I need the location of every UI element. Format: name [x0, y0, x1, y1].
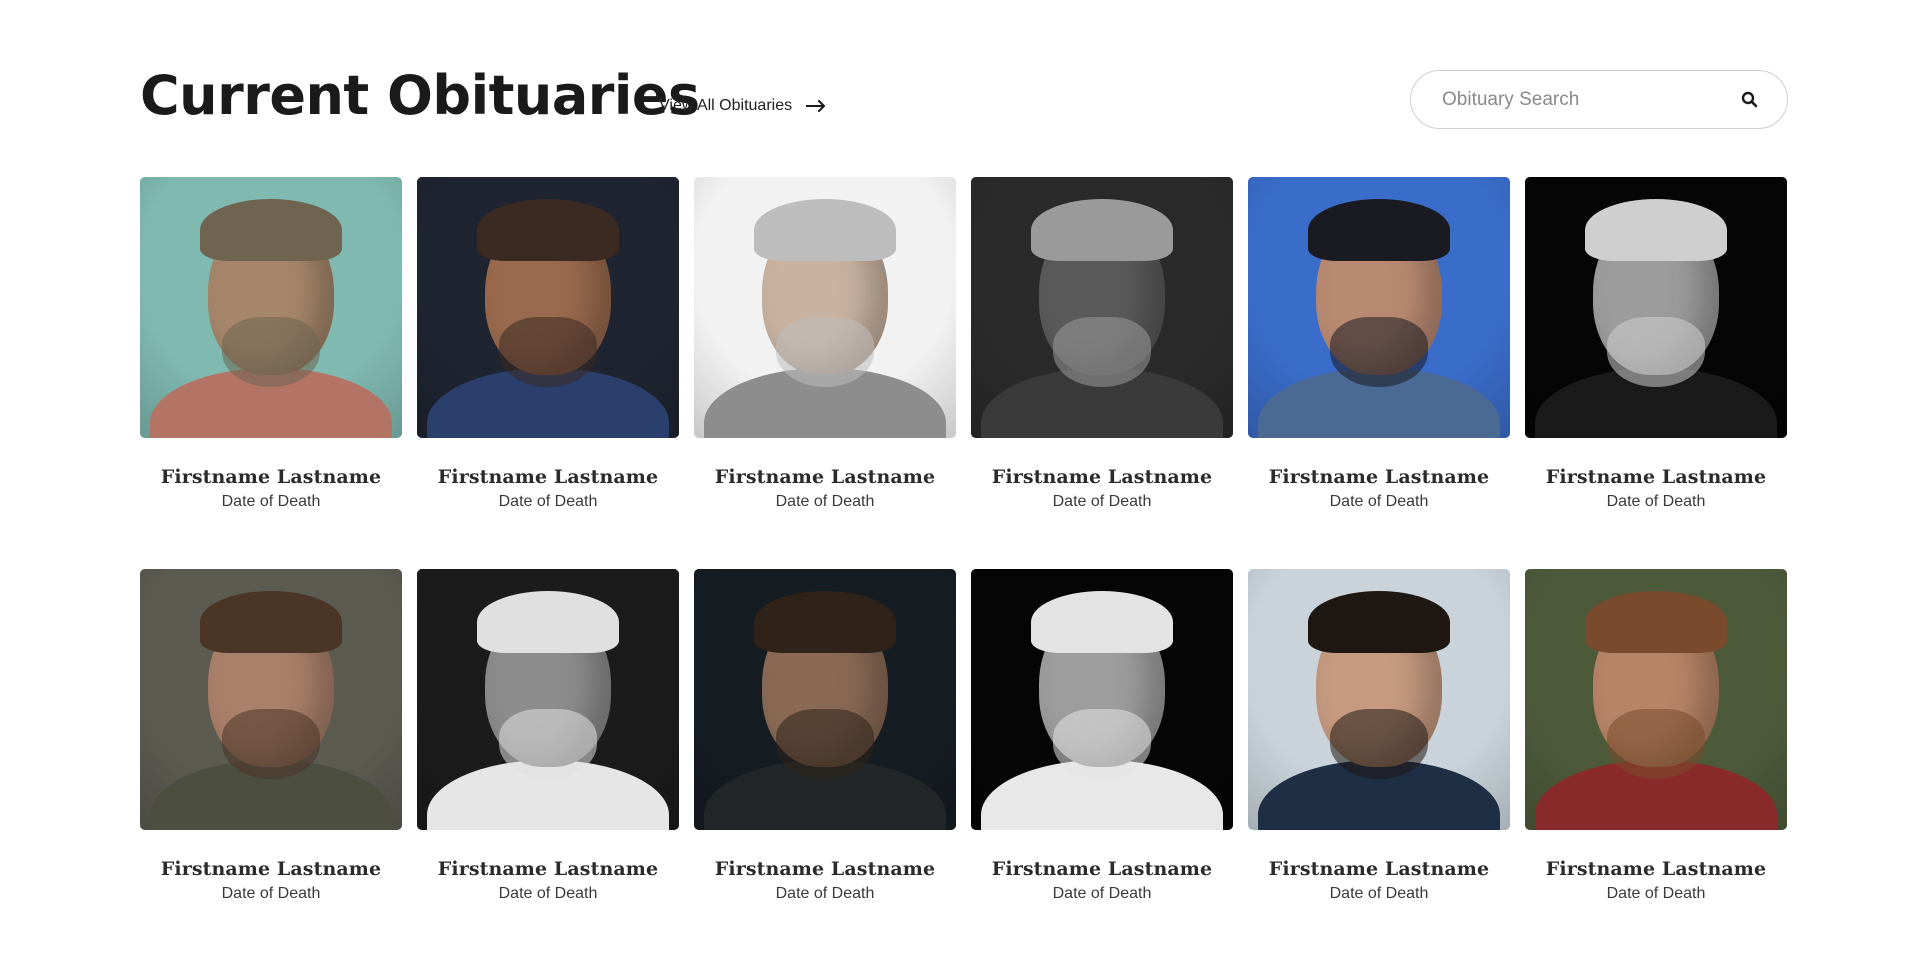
portrait-beard: [499, 709, 597, 779]
portrait-beard: [1607, 709, 1705, 779]
obituary-card[interactable]: Firstname Lastname Date of Death: [417, 569, 679, 961]
obituary-photo[interactable]: [694, 177, 956, 438]
obituary-photo[interactable]: [971, 569, 1233, 830]
search-icon: [1741, 91, 1757, 108]
portrait-image: [694, 569, 956, 830]
obituary-search: [1410, 70, 1788, 129]
obituary-card[interactable]: Firstname Lastname Date of Death: [140, 177, 402, 569]
obituary-card[interactable]: Firstname Lastname Date of Death: [1525, 569, 1787, 961]
portrait-beard: [1053, 317, 1151, 387]
obituary-card[interactable]: Firstname Lastname Date of Death: [1248, 177, 1510, 569]
portrait-beard: [499, 317, 597, 387]
portrait-image: [971, 177, 1233, 438]
portrait-image: [417, 177, 679, 438]
page-header: Current Obituaries View All Obituaries: [140, 60, 1788, 140]
search-input[interactable]: [1442, 88, 1739, 111]
portrait-beard: [776, 317, 874, 387]
view-all-label: View All Obituaries: [659, 97, 793, 114]
date-of-death: Date of Death: [221, 885, 321, 902]
obituary-photo[interactable]: [140, 177, 402, 438]
portrait-image: [417, 569, 679, 830]
date-of-death: Date of Death: [1052, 885, 1152, 902]
obituary-card[interactable]: Firstname Lastname Date of Death: [1525, 177, 1787, 569]
obituary-card[interactable]: Firstname Lastname Date of Death: [971, 177, 1233, 569]
obituary-photo[interactable]: [1248, 569, 1510, 830]
obituary-photo[interactable]: [417, 177, 679, 438]
portrait-image: [1248, 569, 1510, 830]
obituary-card[interactable]: Firstname Lastname Date of Death: [1248, 569, 1510, 961]
portrait-beard: [1330, 317, 1428, 387]
obituary-photo[interactable]: [694, 569, 956, 830]
portrait-image: [1248, 177, 1510, 438]
portrait-beard: [1607, 317, 1705, 387]
portrait-beard: [222, 709, 320, 779]
portrait-beard: [776, 709, 874, 779]
obituary-card[interactable]: Firstname Lastname Date of Death: [971, 569, 1233, 961]
search-button[interactable]: [1739, 90, 1759, 110]
portrait-hair: [754, 591, 896, 653]
portrait-image: [140, 177, 402, 438]
portrait-hair: [477, 199, 619, 261]
date-of-death: Date of Death: [1052, 493, 1152, 510]
obituary-name[interactable]: Firstname Lastname: [1248, 466, 1510, 488]
obituary-name[interactable]: Firstname Lastname: [694, 466, 956, 488]
portrait-hair: [1031, 199, 1173, 261]
portrait-beard: [1053, 709, 1151, 779]
date-of-death: Date of Death: [1606, 493, 1706, 510]
portrait-beard: [222, 317, 320, 387]
view-all-obituaries-link[interactable]: View All Obituaries: [659, 97, 826, 115]
portrait-beard: [1330, 709, 1428, 779]
portrait-hair: [1031, 591, 1173, 653]
obituary-name[interactable]: Firstname Lastname: [140, 858, 402, 880]
obituary-name[interactable]: Firstname Lastname: [1248, 858, 1510, 880]
portrait-hair: [200, 199, 342, 261]
portrait-image: [140, 569, 402, 830]
obituary-card[interactable]: Firstname Lastname Date of Death: [694, 569, 956, 961]
obituary-name[interactable]: Firstname Lastname: [971, 858, 1233, 880]
portrait-hair: [200, 591, 342, 653]
date-of-death: Date of Death: [775, 493, 875, 510]
date-of-death: Date of Death: [221, 493, 321, 510]
date-of-death: Date of Death: [775, 885, 875, 902]
obituary-photo[interactable]: [971, 177, 1233, 438]
portrait-hair: [1585, 199, 1727, 261]
date-of-death: Date of Death: [1606, 885, 1706, 902]
obituary-name[interactable]: Firstname Lastname: [1525, 466, 1787, 488]
obituary-photo[interactable]: [1525, 569, 1787, 830]
obituary-photo[interactable]: [1248, 177, 1510, 438]
portrait-hair: [477, 591, 619, 653]
obituary-card[interactable]: Firstname Lastname Date of Death: [417, 177, 679, 569]
arrow-right-icon: [806, 100, 826, 112]
date-of-death: Date of Death: [498, 493, 598, 510]
portrait-hair: [754, 199, 896, 261]
obituary-name[interactable]: Firstname Lastname: [140, 466, 402, 488]
portrait-image: [694, 177, 956, 438]
obituary-name[interactable]: Firstname Lastname: [1525, 858, 1787, 880]
date-of-death: Date of Death: [498, 885, 598, 902]
obituary-card[interactable]: Firstname Lastname Date of Death: [694, 177, 956, 569]
portrait-hair: [1308, 591, 1450, 653]
obituary-photo[interactable]: [1525, 177, 1787, 438]
portrait-image: [971, 569, 1233, 830]
obituary-name[interactable]: Firstname Lastname: [417, 466, 679, 488]
obituary-name[interactable]: Firstname Lastname: [971, 466, 1233, 488]
portrait-hair: [1308, 199, 1450, 261]
portrait-hair: [1585, 591, 1727, 653]
page-title: Current Obituaries: [140, 64, 700, 127]
portrait-image: [1525, 177, 1787, 438]
obituary-grid: Firstname Lastname Date of Death Firstname…: [140, 177, 1788, 961]
date-of-death: Date of Death: [1329, 493, 1429, 510]
obituary-photo[interactable]: [417, 569, 679, 830]
obituary-name[interactable]: Firstname Lastname: [417, 858, 679, 880]
obituary-card[interactable]: Firstname Lastname Date of Death: [140, 569, 402, 961]
date-of-death: Date of Death: [1329, 885, 1429, 902]
obituary-photo[interactable]: [140, 569, 402, 830]
obituary-name[interactable]: Firstname Lastname: [694, 858, 956, 880]
portrait-image: [1525, 569, 1787, 830]
